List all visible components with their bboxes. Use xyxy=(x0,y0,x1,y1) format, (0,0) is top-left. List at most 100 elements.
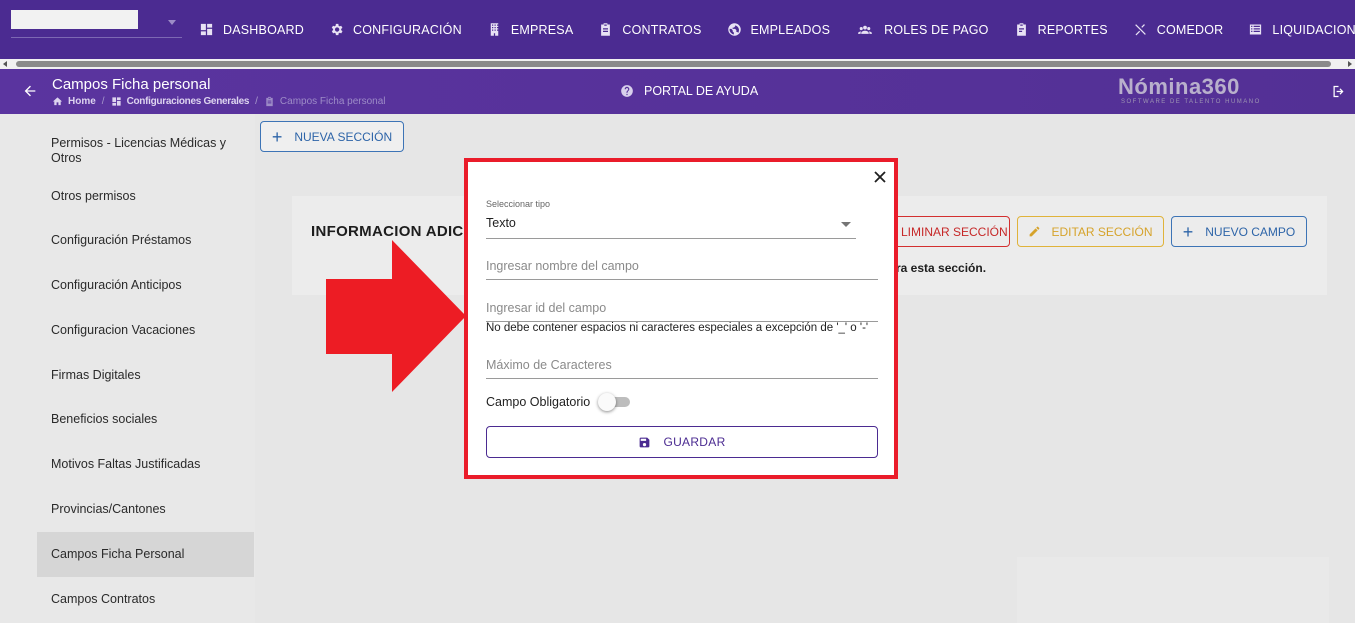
page-title: Campos Ficha personal xyxy=(52,76,211,93)
help-portal-link[interactable]: PORTAL DE AYUDA xyxy=(620,84,758,98)
sidebar-item-campos-contratos[interactable]: Campos Contratos xyxy=(37,584,254,614)
edit-section-button[interactable]: EDITAR SECCIÓN xyxy=(1017,216,1164,247)
nav-item-configuracion[interactable]: CONFIGURACIÓN xyxy=(329,0,462,59)
edit-section-label: EDITAR SECCIÓN xyxy=(1051,224,1153,239)
sidebar-item-prestamos[interactable]: Configuración Préstamos xyxy=(37,225,254,255)
nav-item-empresa[interactable]: EMPRESA xyxy=(487,0,574,59)
close-button[interactable] xyxy=(873,170,887,184)
nav-item-label: CONFIGURACIÓN xyxy=(352,22,462,37)
nav-item-dashboard[interactable]: DASHBOARD xyxy=(199,0,304,59)
scrollbar-thumb[interactable] xyxy=(16,61,1331,67)
utensils-icon xyxy=(1134,24,1146,36)
group-icon xyxy=(858,25,872,34)
required-label: Campo Obligatorio xyxy=(486,395,591,409)
sidebar-item-permisos[interactable]: Permisos - Licencias Médicas y Otros xyxy=(37,135,254,167)
sidebar-item-beneficios-sociales[interactable]: Beneficios sociales xyxy=(37,404,254,434)
field-id-placeholder: Ingresar id del campo xyxy=(486,301,607,315)
sidebar-item-label: Provincias/Cantones xyxy=(51,501,166,516)
sidebar-item-anticipos[interactable]: Configuración Anticipos xyxy=(37,270,254,300)
new-section-button[interactable]: + NUEVA SECCIÓN xyxy=(260,121,404,152)
breadcrumb-label: Home xyxy=(68,96,96,107)
type-select-label: Seleccionar tipo xyxy=(486,199,551,209)
horizontal-scrollbar[interactable] xyxy=(0,59,1355,69)
help-icon xyxy=(621,85,633,97)
breadcrumb-label: Configuraciones Generales xyxy=(126,96,250,107)
nav-item-label: COMEDOR xyxy=(1156,22,1224,37)
scroll-left-icon[interactable] xyxy=(3,61,7,67)
nav-item-label: EMPRESA xyxy=(510,22,574,37)
field-name-input[interactable]: Ingresar nombre del campo xyxy=(486,259,878,280)
nav-item-roles-de-pago[interactable]: ROLES DE PAGO xyxy=(855,0,988,59)
dashboard-icon xyxy=(200,23,213,36)
list-icon xyxy=(1250,24,1262,35)
sidebar-item-campos-ficha-personal[interactable]: Campos Ficha Personal xyxy=(37,532,254,577)
nav-item-contratos[interactable]: CONTRATOS xyxy=(598,0,701,59)
toggle-knob xyxy=(598,393,617,411)
globe-icon xyxy=(727,23,741,36)
back-button[interactable] xyxy=(22,83,38,99)
sidebar-item-label: Firmas Digitales xyxy=(51,367,141,382)
sidebar-item-label: Permisos - Licencias Médicas y Otros xyxy=(51,136,227,165)
help-portal-label: PORTAL DE AYUDA xyxy=(644,84,759,98)
logo-tagline: SOFTWARE DE TALENTO HUMANO xyxy=(1121,99,1261,105)
sidebar-item-motivos-faltas[interactable]: Motivos Faltas Justificadas xyxy=(37,449,254,479)
company-select[interactable] xyxy=(11,10,182,38)
nav-item-label: ROLES DE PAGO xyxy=(884,22,989,37)
sidebar-item-label: Campos Ficha Personal xyxy=(51,547,185,561)
breadcrumb-separator: / xyxy=(255,96,258,107)
nav-item-comedor[interactable]: COMEDOR xyxy=(1133,0,1224,59)
breadcrumb-home[interactable]: Home xyxy=(52,96,96,107)
new-field-button[interactable]: + NUEVO CAMPO xyxy=(1171,216,1307,247)
sidebar-item-vacaciones[interactable]: Configuracion Vacaciones xyxy=(37,315,254,345)
type-select[interactable]: Texto xyxy=(486,212,856,239)
building-icon xyxy=(490,23,499,36)
nav-item-reportes[interactable]: REPORTES xyxy=(1014,0,1108,59)
nav-item-label: DASHBOARD xyxy=(223,22,304,37)
gear-icon xyxy=(331,23,343,36)
page-header: Campos Ficha personal Home / Configuraci… xyxy=(0,69,1355,114)
sidebar-item-firmas-digitales[interactable]: Firmas Digitales xyxy=(37,360,254,390)
max-characters-input[interactable]: Máximo de Caracteres xyxy=(486,358,878,379)
report-icon xyxy=(1016,23,1026,36)
field-id-hint: No debe contener espacios ni caracteres … xyxy=(486,322,869,334)
field-id-input[interactable]: Ingresar id del campo xyxy=(486,301,878,322)
arrow-left-icon xyxy=(24,85,36,97)
sidebar-item-label: Beneficios sociales xyxy=(51,411,158,426)
top-navigation: DASHBOARD CONFIGURACIÓN EMPRESA CONTRATO… xyxy=(0,0,1355,59)
red-arrow-annotation xyxy=(326,240,466,392)
nav-item-label: EMPLEADOS xyxy=(750,22,831,37)
scroll-right-icon[interactable] xyxy=(1348,61,1352,67)
nav-items: DASHBOARD CONFIGURACIÓN EMPRESA CONTRATO… xyxy=(199,0,1355,59)
pencil-icon xyxy=(1030,226,1040,237)
plus-icon: + xyxy=(271,126,283,147)
save-label: GUARDAR xyxy=(663,435,726,449)
clipboard-icon xyxy=(266,96,273,107)
sidebar-item-label: Motivos Faltas Justificadas xyxy=(51,456,201,471)
section-empty-note: ra esta sección. xyxy=(896,261,987,275)
new-section-label: NUEVA SECCIÓN xyxy=(294,129,393,144)
logo-wordmark: Nómina360 xyxy=(1118,74,1240,99)
type-select-value: Texto xyxy=(486,216,516,230)
save-button[interactable]: GUARDAR xyxy=(486,426,878,458)
required-toggle[interactable] xyxy=(598,393,631,411)
sidebar-item-label: Configuración Préstamos xyxy=(51,232,192,247)
delete-section-button[interactable]: LIMINAR SECCIÓN xyxy=(884,216,1010,247)
breadcrumb: Home / Configuraciones Generales / Campo… xyxy=(52,96,386,107)
nav-item-empleados[interactable]: EMPLEADOS xyxy=(727,0,831,59)
breadcrumb-separator: / xyxy=(101,96,105,107)
nav-item-label: LIQUIDACIONES xyxy=(1272,22,1355,37)
breadcrumb-label: Campos Ficha personal xyxy=(279,96,386,107)
red-arrow-shape xyxy=(326,240,466,392)
new-field-dialog: Seleccionar tipo Texto Ingresar nombre d… xyxy=(464,158,898,479)
field-name-placeholder: Ingresar nombre del campo xyxy=(486,259,639,273)
home-icon xyxy=(52,97,63,106)
sidebar-item-otros-permisos[interactable]: Otros permisos xyxy=(37,181,254,211)
delete-section-label: LIMINAR SECCIÓN xyxy=(901,224,1008,239)
nav-item-liquidaciones[interactable]: LIQUIDACIONES xyxy=(1248,0,1355,59)
breadcrumb-configuraciones[interactable]: Configuraciones Generales xyxy=(111,96,250,107)
background-panel xyxy=(1017,557,1329,623)
nomina360-logo: Nómina360 SOFTWARE DE TALENTO HUMANO xyxy=(1118,75,1263,109)
nav-item-label: CONTRATOS xyxy=(622,22,702,37)
sidebar-item-provincias[interactable]: Provincias/Cantones xyxy=(37,494,254,524)
logout-button[interactable] xyxy=(1331,84,1346,104)
